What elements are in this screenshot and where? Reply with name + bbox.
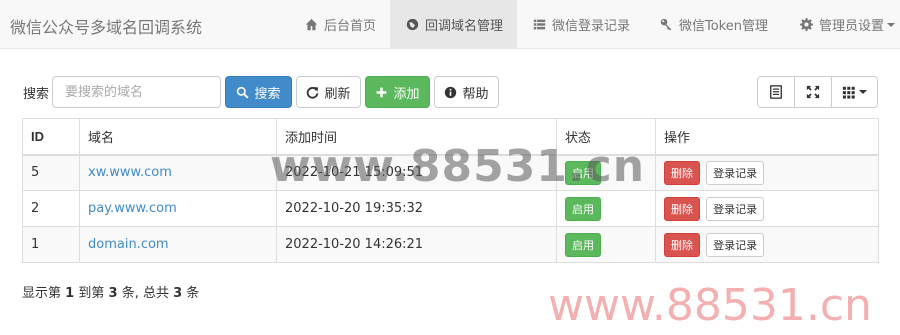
- cell-status: 启用: [556, 226, 656, 263]
- cell-added-time: 2022-10-21 15:09:51: [276, 154, 557, 191]
- cell-added-time: 2022-10-20 19:35:32: [276, 190, 557, 227]
- domain-link[interactable]: pay.www.com: [88, 201, 177, 216]
- app-title[interactable]: 微信公众号多域名回调系统: [10, 14, 202, 38]
- chevron-down-icon: [887, 22, 896, 27]
- table-tools-group: [757, 76, 878, 108]
- nav-home-label: 后台首页: [324, 19, 377, 34]
- list-icon: [532, 18, 546, 32]
- pagination-to: 3: [108, 286, 118, 301]
- fullscreen-icon: [806, 85, 820, 99]
- watermark-corner-text: www.88531.cn: [548, 280, 872, 331]
- nav-admin-label: 管理员设置: [819, 19, 885, 34]
- pagination-to-word: 到第: [78, 286, 105, 301]
- nav-login-logs-label: 微信登录记录: [552, 19, 631, 34]
- table-row: 5 xw.www.com 2022-10-21 15:09:51 启用 删除 登…: [22, 154, 879, 191]
- globe-icon: [405, 18, 419, 32]
- cell-domain: xw.www.com: [79, 154, 277, 191]
- grid-icon: [842, 86, 855, 99]
- header-status[interactable]: 状态: [556, 118, 656, 156]
- help-button[interactable]: 帮助: [434, 76, 499, 108]
- table-row: 1 domain.com 2022-10-20 14:26:21 启用 删除 登…: [22, 226, 879, 263]
- delete-button[interactable]: 删除: [664, 196, 700, 221]
- nav-domains-label: 回调域名管理: [425, 19, 504, 34]
- add-button[interactable]: 添加: [365, 76, 430, 108]
- login-log-button[interactable]: 登录记录: [706, 160, 765, 185]
- nav-admin-settings[interactable]: 管理员设置: [786, 0, 900, 49]
- cell-actions: 删除 登录记录: [655, 226, 879, 263]
- refresh-button-label: 刷新: [324, 86, 351, 102]
- cell-id: 2: [22, 190, 80, 227]
- cell-id: 5: [22, 154, 80, 191]
- table-header-row: ID 域名 添加时间 状态 操作: [22, 118, 879, 156]
- search-button-label: 搜索: [254, 86, 281, 102]
- cell-status: 启用: [556, 190, 656, 227]
- pagination-total: 3: [173, 286, 183, 301]
- nav-token-label: 微信Token管理: [679, 19, 768, 34]
- columns-dropdown-button[interactable]: [832, 77, 877, 107]
- login-log-button[interactable]: 登录记录: [706, 232, 765, 257]
- status-badge[interactable]: 启用: [565, 196, 601, 221]
- cell-domain: domain.com: [79, 226, 277, 263]
- help-button-label: 帮助: [462, 86, 489, 102]
- info-icon: [445, 86, 457, 98]
- header-domain[interactable]: 域名: [79, 118, 277, 156]
- toggle-view-button[interactable]: [758, 77, 795, 107]
- cell-added-time: 2022-10-20 14:26:21: [276, 226, 557, 263]
- header-added-time[interactable]: 添加时间: [276, 118, 557, 156]
- cell-status: 启用: [556, 154, 656, 191]
- search-input[interactable]: [52, 76, 221, 108]
- home-icon: [304, 18, 318, 32]
- domain-link[interactable]: domain.com: [88, 237, 169, 252]
- add-button-label: 添加: [393, 86, 420, 102]
- delete-button[interactable]: 删除: [664, 232, 700, 257]
- search-icon: [237, 86, 249, 98]
- search-label: 搜索: [23, 87, 50, 102]
- status-badge[interactable]: 启用: [565, 232, 601, 257]
- pagination-from: 1: [65, 286, 75, 301]
- status-badge[interactable]: 启用: [565, 160, 601, 185]
- table-row: 2 pay.www.com 2022-10-20 19:35:32 启用 删除 …: [22, 190, 879, 227]
- pagination-suffix: 条: [186, 286, 200, 301]
- header-id[interactable]: ID: [22, 118, 80, 156]
- domains-table: ID 域名 添加时间 状态 操作 5 xw.www.com 2022-10-21…: [22, 118, 879, 263]
- cell-id: 1: [22, 226, 80, 263]
- pagination-info: 显示第 1 到第 3 条, 总共 3 条: [22, 282, 199, 301]
- nav-home[interactable]: 后台首页: [292, 0, 388, 49]
- chevron-down-icon: [859, 90, 867, 94]
- refresh-button[interactable]: 刷新: [296, 76, 361, 108]
- search-button[interactable]: 搜索: [225, 76, 292, 108]
- nav-token[interactable]: 微信Token管理: [647, 0, 782, 49]
- plus-icon: [377, 87, 387, 97]
- cell-domain: pay.www.com: [79, 190, 277, 227]
- delete-button[interactable]: 删除: [664, 160, 700, 185]
- header-actions: 操作: [655, 118, 879, 156]
- pagination-prefix: 显示第: [22, 286, 62, 301]
- nav-domains[interactable]: 回调域名管理: [390, 0, 517, 49]
- cell-actions: 删除 登录记录: [655, 154, 879, 191]
- login-log-button[interactable]: 登录记录: [706, 196, 765, 221]
- refresh-icon: [307, 86, 319, 99]
- nav-login-logs[interactable]: 微信登录记录: [520, 0, 644, 49]
- cell-actions: 删除 登录记录: [655, 190, 879, 227]
- top-navbar: 微信公众号多域名回调系统 后台首页 回调域名管理 微信登录记录 微信Token管…: [0, 0, 900, 49]
- key-icon: [659, 18, 673, 32]
- fullscreen-button[interactable]: [795, 77, 832, 107]
- domain-link[interactable]: xw.www.com: [88, 165, 172, 180]
- gear-icon: [799, 18, 813, 32]
- pagination-mid: 条, 总共: [121, 286, 169, 301]
- list-view-icon: [770, 85, 782, 99]
